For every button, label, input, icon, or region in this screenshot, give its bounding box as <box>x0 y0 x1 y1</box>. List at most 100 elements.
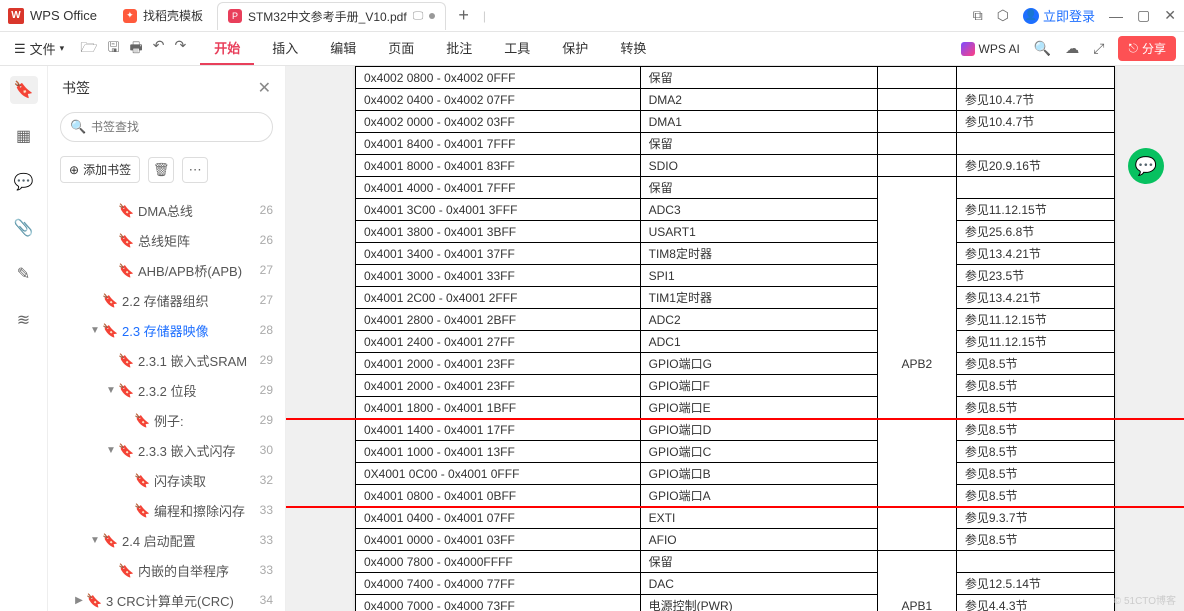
bookmark-item[interactable]: 🔖内嵌的自举程序33 <box>48 555 285 585</box>
bookmark-item[interactable]: 🔖AHB/APB桥(APB)27 <box>48 255 285 285</box>
window-copy-icon[interactable]: ⧉ <box>973 7 983 24</box>
ref-cell: 参见11.12.15节 <box>956 331 1114 353</box>
bookmark-icon[interactable]: 🔖 <box>10 76 38 104</box>
bookmark-item[interactable]: 🔖总线矩阵26 <box>48 225 285 255</box>
ref-cell: 参见8.5节 <box>956 353 1114 375</box>
redo-icon[interactable]: ↷ <box>174 37 186 61</box>
edit-icon[interactable]: ✎ <box>10 260 38 288</box>
ref-cell: 参见8.5节 <box>956 397 1114 419</box>
ref-cell: 参见10.4.7节 <box>956 89 1114 111</box>
menu-tab-保护[interactable]: 保护 <box>548 32 602 65</box>
ai-icon <box>961 42 975 56</box>
menu-tab-开始[interactable]: 开始 <box>200 32 254 65</box>
document-tab[interactable]: PSTM32中文参考手册_V10.pdf🖵 <box>217 2 446 30</box>
table-row: 0x4001 2000 - 0x4001 23FFGPIO端口F参见8.5节 <box>356 375 1115 397</box>
bookmark-item[interactable]: 🔖编程和擦除闪存33 <box>48 495 285 525</box>
bookmark-item[interactable]: ▼🔖2.4 启动配置33 <box>48 525 285 555</box>
app-name: WPS Office <box>30 8 97 23</box>
addr-cell: 0x4001 1400 - 0x4001 17FF <box>356 419 641 441</box>
minimize-icon[interactable]: — <box>1109 8 1123 24</box>
bookmark-label: 2.4 启动配置 <box>122 531 254 550</box>
wps-ai-button[interactable]: WPS AI <box>961 42 1020 56</box>
login-button[interactable]: 👤 立即登录 <box>1023 6 1095 25</box>
addr-cell: 0x4001 3400 - 0x4001 37FF <box>356 243 641 265</box>
addr-cell: 0x4001 1000 - 0x4001 13FF <box>356 441 641 463</box>
bookmark-label: 2.2 存储器组织 <box>122 291 254 310</box>
table-row: 0x4001 4000 - 0x4001 7FFF保留APB2 <box>356 177 1115 199</box>
more-icon[interactable]: ⋯ <box>182 157 208 183</box>
bookmark-label: 编程和擦除闪存 <box>154 501 254 520</box>
tab-label: 找稻壳模板 <box>143 7 203 24</box>
bookmark-item[interactable]: 🔖DMA总线26 <box>48 195 285 225</box>
share-label: 分享 <box>1142 40 1166 57</box>
add-bookmark-button[interactable]: ⊕ 添加书签 <box>60 156 140 183</box>
bookmark-item[interactable]: ▶🔖3 CRC计算单元(CRC)34 <box>48 585 285 611</box>
close-icon[interactable]: ✕ <box>1164 7 1176 24</box>
name-cell: 电源控制(PWR) <box>640 595 877 611</box>
menu-tab-插入[interactable]: 插入 <box>258 32 312 65</box>
bookmark-icon: 🔖 <box>134 413 148 427</box>
sidebar-close-icon[interactable]: ✕ <box>258 78 271 98</box>
bookmark-item[interactable]: ▼🔖2.3.2 位段29 <box>48 375 285 405</box>
menu-tab-编辑[interactable]: 编辑 <box>316 32 370 65</box>
menu-tab-页面[interactable]: 页面 <box>374 32 428 65</box>
save-icon[interactable]: 🖫 <box>108 37 120 61</box>
bookmark-page: 29 <box>260 413 273 427</box>
table-row: 0x4000 7000 - 0x4000 73FF电源控制(PWR)参见4.4.… <box>356 595 1115 611</box>
open-folder-icon[interactable]: 🗁 <box>80 37 97 61</box>
table-row: 0x4001 2000 - 0x4001 23FFGPIO端口G参见8.5节 <box>356 353 1115 375</box>
memory-map-table: 0x4002 0800 - 0x4002 0FFF保留0x4002 0400 -… <box>355 66 1115 611</box>
bookmark-item[interactable]: ▼🔖2.3.3 嵌入式闪存30 <box>48 435 285 465</box>
name-cell: DAC <box>640 573 877 595</box>
bookmark-sidebar: 书签 ✕ 🔍 ⊕ 添加书签 🗑 ⋯ 🔖DMA总线26🔖总线矩阵26🔖AHB/AP… <box>48 66 286 611</box>
name-cell: USART1 <box>640 221 877 243</box>
attachment-icon[interactable]: 📎 <box>10 214 38 242</box>
menu-tab-工具[interactable]: 工具 <box>490 32 544 65</box>
bookmark-search-input[interactable] <box>60 112 273 142</box>
bookmark-item[interactable]: 🔖2.3.1 嵌入式SRAM29 <box>48 345 285 375</box>
bookmark-item[interactable]: 🔖闪存读取32 <box>48 465 285 495</box>
comment-icon[interactable]: 💬 <box>10 168 38 196</box>
document-area[interactable]: 0x4002 0800 - 0x4002 0FFF保留0x4002 0400 -… <box>286 66 1184 611</box>
wechat-float-icon[interactable]: 💬 <box>1128 148 1164 184</box>
expand-icon[interactable]: ⤢ <box>1093 40 1104 57</box>
undo-icon[interactable]: ↶ <box>153 37 165 61</box>
bookmark-label: 例子: <box>154 411 254 430</box>
bookmark-label: 3 CRC计算单元(CRC) <box>106 591 254 610</box>
bookmark-item[interactable]: ▼🔖2.3 存储器映像28 <box>48 315 285 345</box>
table-row: 0x4001 1400 - 0x4001 17FFGPIO端口D参见8.5节 <box>356 419 1115 441</box>
name-cell: GPIO端口E <box>640 397 877 419</box>
name-cell: 保留 <box>640 67 877 89</box>
watermark: © 51CTO博客 <box>1114 592 1176 607</box>
new-tab-button[interactable]: + <box>450 5 477 26</box>
delete-icon[interactable]: 🗑 <box>148 157 174 183</box>
print-icon[interactable]: 🖶 <box>130 37 143 61</box>
addr-cell: 0x4000 7400 - 0x4000 77FF <box>356 573 641 595</box>
search-icon[interactable]: 🔍 <box>1034 40 1051 57</box>
bookmark-page: 29 <box>260 383 273 397</box>
table-row: 0x4001 8400 - 0x4001 7FFF保留 <box>356 133 1115 155</box>
name-cell: TIM8定时器 <box>640 243 877 265</box>
bookmark-icon: 🔖 <box>134 473 148 487</box>
addr-cell: 0x4001 3C00 - 0x4001 3FFF <box>356 199 641 221</box>
file-menu[interactable]: ☰ 文件 ▾ <box>8 39 70 58</box>
bus-cell: APB2 <box>877 177 956 551</box>
tab-modified-dot <box>429 13 435 19</box>
name-cell: GPIO端口F <box>640 375 877 397</box>
document-tab[interactable]: ✦找稻壳模板 <box>113 2 213 30</box>
bookmark-item[interactable]: 🔖 例子: 29 <box>48 405 285 435</box>
plus-icon: ⊕ <box>69 163 79 177</box>
cloud-icon[interactable]: ☁ <box>1065 40 1079 57</box>
cube-icon[interactable]: ⬡ <box>997 7 1009 24</box>
bus-cell <box>877 133 956 155</box>
bookmark-item[interactable]: 🔖2.2 存储器组织27 <box>48 285 285 315</box>
share-button[interactable]: ⎋ 分享 <box>1118 36 1176 61</box>
menu-tab-转换[interactable]: 转换 <box>606 32 660 65</box>
addr-cell: 0x4001 1800 - 0x4001 1BFF <box>356 397 641 419</box>
layers-icon[interactable]: ≋ <box>10 306 38 334</box>
thumbnail-icon[interactable]: ▦ <box>10 122 38 150</box>
titlebar: W WPS Office ✦找稻壳模板PSTM32中文参考手册_V10.pdf🖵… <box>0 0 1184 32</box>
maximize-icon[interactable]: ▢ <box>1137 7 1150 24</box>
menu-tab-批注[interactable]: 批注 <box>432 32 486 65</box>
table-row: 0X4001 0C00 - 0x4001 0FFFGPIO端口B参见8.5节 <box>356 463 1115 485</box>
